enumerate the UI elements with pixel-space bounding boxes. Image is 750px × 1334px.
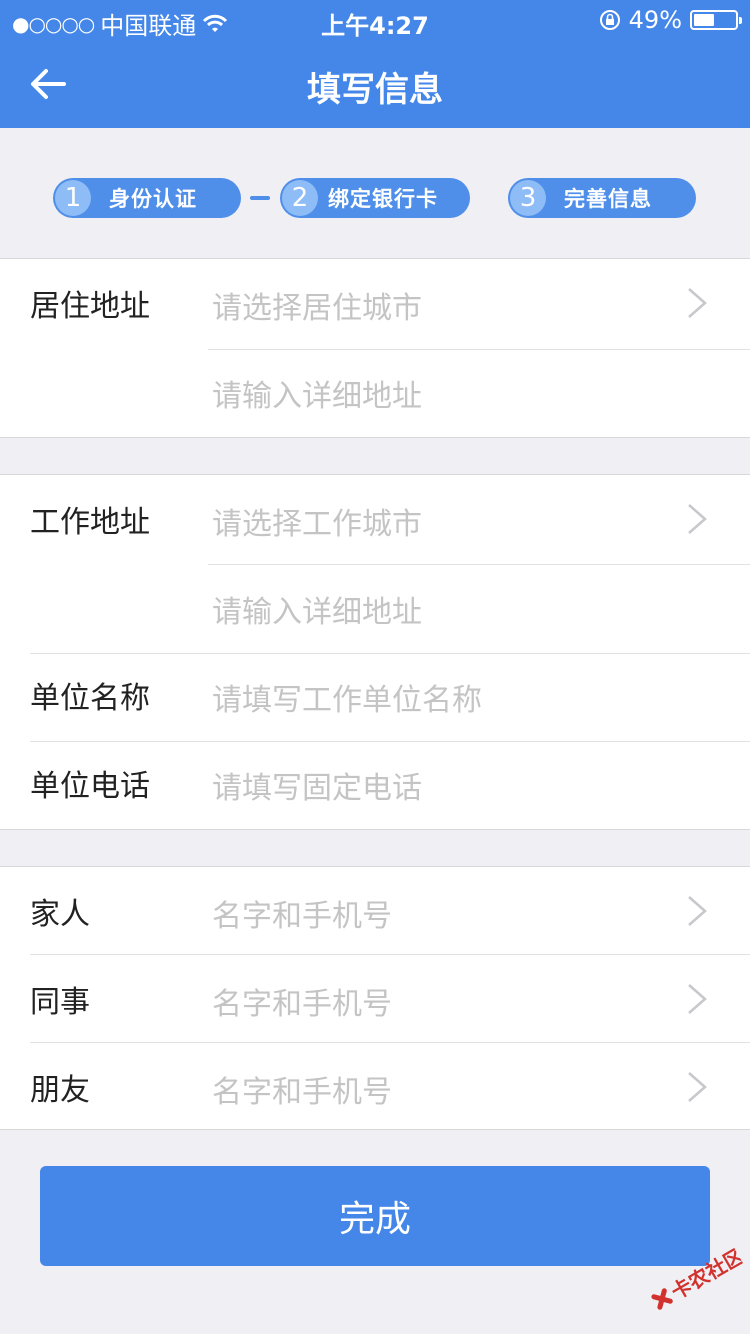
contact-colleague-row[interactable]: 同事 名字和手机号 xyxy=(0,955,750,1043)
contact-colleague-input[interactable]: 名字和手机号 xyxy=(212,979,392,1023)
contact-family-row[interactable]: 家人 名字和手机号 xyxy=(0,867,750,955)
work-section: 工作地址 请选择工作城市 请输入详细地址 单位名称 请填写工作单位名称 单位电话… xyxy=(0,474,750,830)
residence-section: 居住地址 请选择居住城市 请输入详细地址 xyxy=(0,258,750,438)
step-number: 3 xyxy=(510,180,546,216)
company-phone-row[interactable]: 单位电话 请填写固定电话 xyxy=(0,739,750,827)
chevron-right-icon xyxy=(688,984,707,1014)
battery-level xyxy=(694,14,714,26)
contact-colleague-label: 同事 xyxy=(30,985,90,1020)
contact-family-label: 家人 xyxy=(30,897,90,932)
status-bar: ●○○○○ 中国联通 上午4:27 49% xyxy=(0,0,750,40)
residence-city-row[interactable]: 居住地址 请选择居住城市 xyxy=(0,259,750,347)
done-button[interactable]: 完成 xyxy=(40,1166,710,1266)
company-phone-label: 单位电话 xyxy=(30,769,150,804)
step-label: 完善信息 xyxy=(564,187,652,211)
work-city-row[interactable]: 工作地址 请选择工作城市 xyxy=(0,475,750,563)
contact-friend-label: 朋友 xyxy=(30,1073,90,1108)
chevron-right-icon xyxy=(688,1072,707,1102)
work-detail-row[interactable]: 请输入详细地址 xyxy=(0,563,750,651)
work-detail-input[interactable]: 请输入详细地址 xyxy=(212,587,422,631)
residence-city-select[interactable]: 请选择居住城市 xyxy=(212,283,422,327)
contacts-section: 家人 名字和手机号 同事 名字和手机号 朋友 名字和手机号 xyxy=(0,866,750,1130)
rotation-lock-icon xyxy=(599,10,620,30)
step-complete-info: 3 完善信息 xyxy=(508,178,696,218)
navigation-bar: 填写信息 xyxy=(0,40,750,128)
battery-icon xyxy=(690,10,742,30)
residence-label: 居住地址 xyxy=(30,289,150,324)
chevron-right-icon xyxy=(688,288,707,318)
residence-detail-input[interactable]: 请输入详细地址 xyxy=(212,371,422,415)
contact-friend-input[interactable]: 名字和手机号 xyxy=(212,1067,392,1111)
chevron-right-icon xyxy=(688,896,707,926)
company-name-row[interactable]: 单位名称 请填写工作单位名称 xyxy=(0,651,750,739)
step-identity: 1 身份认证 xyxy=(53,178,241,218)
step-label: 身份认证 xyxy=(109,187,197,211)
work-city-select[interactable]: 请选择工作城市 xyxy=(212,499,422,543)
contact-family-input[interactable]: 名字和手机号 xyxy=(212,891,392,935)
work-address-label: 工作地址 xyxy=(30,505,150,540)
step-label: 绑定银行卡 xyxy=(328,187,438,211)
company-name-label: 单位名称 xyxy=(30,681,150,716)
step-number: 1 xyxy=(55,180,91,216)
page-title: 填写信息 xyxy=(307,70,443,110)
contact-friend-row[interactable]: 朋友 名字和手机号 xyxy=(0,1043,750,1131)
step-number: 2 xyxy=(282,180,318,216)
top-bar: ●○○○○ 中国联通 上午4:27 49% 填写信息 xyxy=(0,0,750,128)
company-phone-input[interactable]: 请填写固定电话 xyxy=(212,763,422,807)
company-name-input[interactable]: 请填写工作单位名称 xyxy=(212,675,482,719)
residence-detail-row[interactable]: 请输入详细地址 xyxy=(0,347,750,435)
step-bind-card: 2 绑定银行卡 xyxy=(280,178,470,218)
chevron-right-icon xyxy=(688,504,707,534)
step-connector xyxy=(250,196,270,200)
battery-percent: 49% xyxy=(628,6,682,34)
progress-steps: 1 身份认证 2 绑定银行卡 3 完善信息 xyxy=(0,128,750,258)
